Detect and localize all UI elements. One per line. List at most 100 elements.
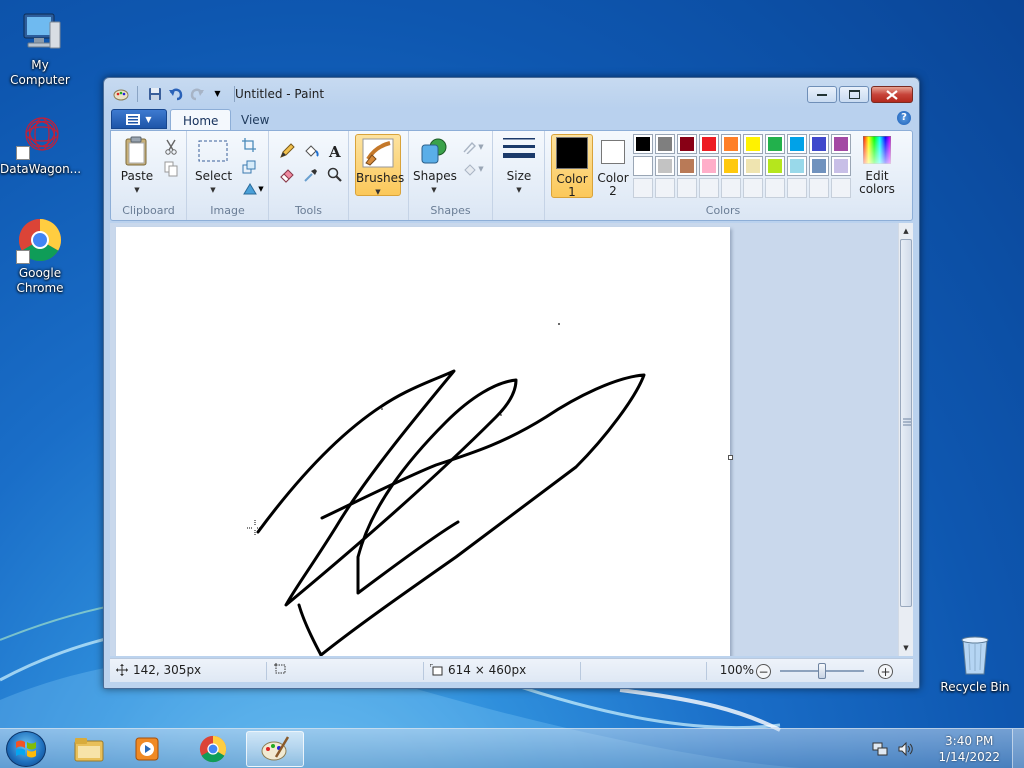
save-icon[interactable]	[146, 85, 163, 102]
resize-icon[interactable]	[239, 157, 259, 177]
color-swatch[interactable]	[699, 134, 719, 154]
drawing-canvas[interactable]	[116, 227, 733, 656]
eraser-icon[interactable]	[277, 165, 297, 185]
taskbar-chrome[interactable]	[184, 731, 242, 767]
select-button[interactable]: Select ▼	[195, 135, 232, 197]
show-desktop-button[interactable]	[1012, 729, 1024, 768]
taskbar-media-player[interactable]	[118, 731, 176, 767]
custom-color-slot[interactable]	[721, 178, 741, 198]
brush-icon	[362, 137, 394, 169]
color1-button[interactable]: Color 1	[551, 134, 593, 199]
custom-color-slot[interactable]	[655, 178, 675, 198]
custom-color-slot[interactable]	[633, 178, 653, 198]
taskbar-paint[interactable]	[246, 731, 304, 767]
paint-app-icon[interactable]	[112, 85, 129, 102]
customize-qat-icon[interactable]: ▼	[209, 85, 226, 102]
color2-button[interactable]: Color 2	[595, 136, 631, 198]
scroll-down-icon[interactable]: ▼	[899, 640, 913, 656]
color-swatch[interactable]	[677, 134, 697, 154]
color-swatch[interactable]	[787, 134, 807, 154]
canvas-resize-handle[interactable]	[728, 455, 733, 460]
color-swatch[interactable]	[655, 134, 675, 154]
custom-color-slot[interactable]	[699, 178, 719, 198]
desktop-icon-recycle-bin[interactable]: Recycle Bin	[935, 630, 1015, 695]
image-size: 614 × 460px	[430, 663, 526, 677]
zoom-in-button[interactable]: +	[878, 664, 893, 679]
custom-color-slot[interactable]	[677, 178, 697, 198]
start-button[interactable]	[6, 731, 46, 767]
fill-icon[interactable]	[301, 141, 321, 161]
maximize-button[interactable]	[839, 86, 869, 103]
color-swatch[interactable]	[831, 134, 851, 154]
color-swatch[interactable]	[787, 156, 807, 176]
crop-icon[interactable]	[239, 135, 259, 155]
desktop-icon-label: Google Chrome	[16, 266, 64, 295]
brushes-button[interactable]: Brushes ▼	[355, 134, 404, 196]
color-swatch[interactable]	[677, 156, 697, 176]
title-bar[interactable]: ▼ Untitled - Paint	[104, 78, 919, 108]
custom-color-slot[interactable]	[743, 178, 763, 198]
custom-color-slot[interactable]	[765, 178, 785, 198]
help-icon[interactable]: ?	[897, 111, 911, 125]
size-button[interactable]: Size ▼	[501, 135, 537, 197]
zoom-out-button[interactable]: −	[756, 664, 771, 679]
vertical-scrollbar[interactable]: ▲ ▼	[898, 223, 913, 656]
color-swatch[interactable]	[633, 134, 653, 154]
desktop-icon-datawagon[interactable]: DataWagon...	[0, 112, 81, 177]
text-icon[interactable]: A	[325, 141, 345, 161]
color-swatch[interactable]	[765, 156, 785, 176]
color-swatch[interactable]	[809, 156, 829, 176]
taskbar-explorer[interactable]	[60, 731, 118, 767]
paint-menu-button[interactable]: ▼	[111, 109, 167, 129]
system-clock[interactable]: 3:40 PM 1/14/2022	[938, 733, 1000, 765]
color-swatch[interactable]	[809, 134, 829, 154]
color-swatch[interactable]	[831, 156, 851, 176]
copy-icon[interactable]	[161, 159, 181, 179]
scroll-up-icon[interactable]: ▲	[899, 223, 913, 239]
custom-color-slot[interactable]	[831, 178, 851, 198]
color-picker-icon[interactable]	[301, 165, 321, 185]
datawagon-icon	[16, 112, 64, 160]
paste-button[interactable]: Paste ▼	[119, 135, 155, 197]
color1-swatch	[556, 137, 588, 169]
color-swatch[interactable]	[699, 156, 719, 176]
paint-app-icon	[261, 736, 290, 761]
cut-icon[interactable]	[161, 137, 181, 157]
color-swatch[interactable]	[721, 134, 741, 154]
color2-label: Color	[597, 171, 629, 185]
color-swatch[interactable]	[633, 156, 653, 176]
color-swatch[interactable]	[655, 156, 675, 176]
color-swatch[interactable]	[721, 156, 741, 176]
pencil-icon[interactable]	[277, 141, 297, 161]
volume-icon[interactable]	[898, 741, 914, 757]
image-size-icon	[430, 664, 443, 676]
scrollbar-thumb[interactable]	[900, 239, 912, 607]
close-button[interactable]	[871, 86, 913, 103]
clipboard-icon	[121, 135, 153, 167]
fill-shape-icon[interactable]: ▼	[459, 159, 487, 179]
rotate-icon[interactable]: ▼	[239, 179, 267, 199]
desktop-icon-google-chrome[interactable]: Google Chrome	[0, 216, 80, 296]
color-swatch-fill	[746, 159, 760, 173]
color-swatch[interactable]	[743, 134, 763, 154]
zoom-slider-thumb[interactable]	[818, 663, 826, 679]
outline-icon[interactable]: ▼	[459, 137, 487, 157]
image-size-text: 614 × 460px	[448, 663, 527, 677]
redo-icon[interactable]	[188, 85, 205, 102]
custom-color-slot[interactable]	[787, 178, 807, 198]
network-icon[interactable]	[872, 741, 888, 757]
undo-icon[interactable]	[167, 85, 184, 102]
edit-colors-label: Edit	[865, 169, 889, 183]
minimize-button[interactable]	[807, 86, 837, 103]
color-swatch[interactable]	[743, 156, 763, 176]
custom-color-slot[interactable]	[809, 178, 829, 198]
recycle-bin-icon	[951, 630, 999, 678]
edit-colors-button[interactable]: Edit colors	[857, 135, 897, 196]
magnifier-icon[interactable]	[325, 165, 345, 185]
tab-home[interactable]: Home	[170, 109, 232, 131]
tab-view[interactable]: View	[229, 109, 281, 131]
color-swatch[interactable]	[765, 134, 785, 154]
canvas-workspace[interactable]	[110, 223, 898, 656]
shapes-button[interactable]: Shapes ▼	[413, 135, 457, 197]
desktop-icon-my-computer[interactable]: My Computer	[0, 8, 80, 88]
